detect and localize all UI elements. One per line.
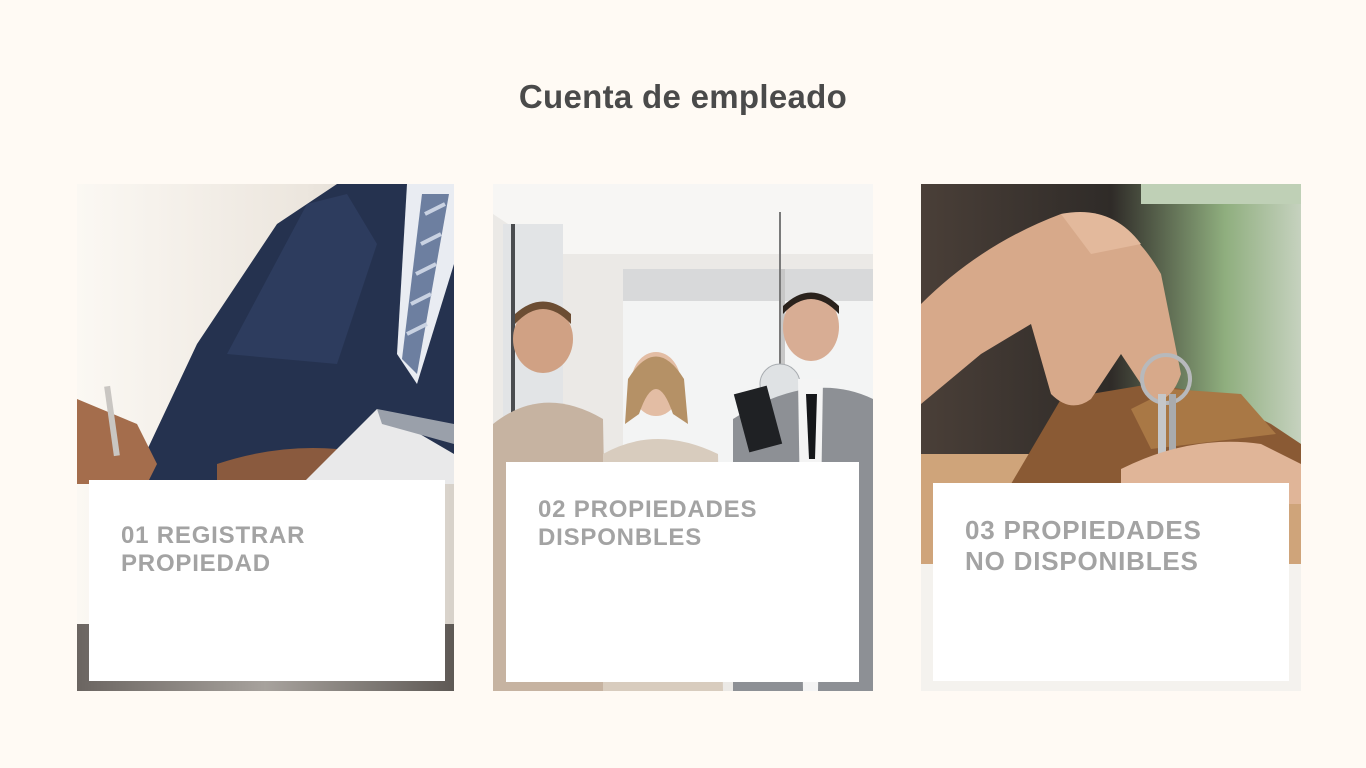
card-label-line-1: 02 PROPIEDADES [538, 496, 758, 523]
card-label: 02 PROPIEDADES DISPONBLES [538, 496, 843, 553]
card-registrar-propiedad[interactable]: 01 REGISTRAR PROPIEDAD [77, 184, 454, 691]
card-propiedades-no-disponibles[interactable]: 03 PROPIEDADES NO DISPONIBLES [921, 184, 1301, 691]
card-label-line-1: 01 REGISTRAR [121, 522, 306, 549]
card-label: 01 REGISTRAR PROPIEDAD [121, 522, 429, 579]
card-label-line-2: DISPONBLES [538, 524, 703, 552]
card-panel: 02 PROPIEDADES DISPONBLES [506, 462, 859, 682]
card-propiedades-disponibles[interactable]: 02 PROPIEDADES DISPONBLES [493, 184, 873, 691]
card-label-line-1: 03 PROPIEDADES [965, 515, 1202, 545]
card-label: 03 PROPIEDADES NO DISPONIBLES [965, 515, 1273, 576]
page-title: Cuenta de empleado [518, 78, 848, 115]
card-label-line-2: NO DISPONIBLES [965, 545, 1199, 576]
card-label-line-2: PROPIEDAD [121, 550, 271, 578]
card-panel: 03 PROPIEDADES NO DISPONIBLES [933, 483, 1289, 681]
card-panel: 01 REGISTRAR PROPIEDAD [89, 480, 445, 681]
